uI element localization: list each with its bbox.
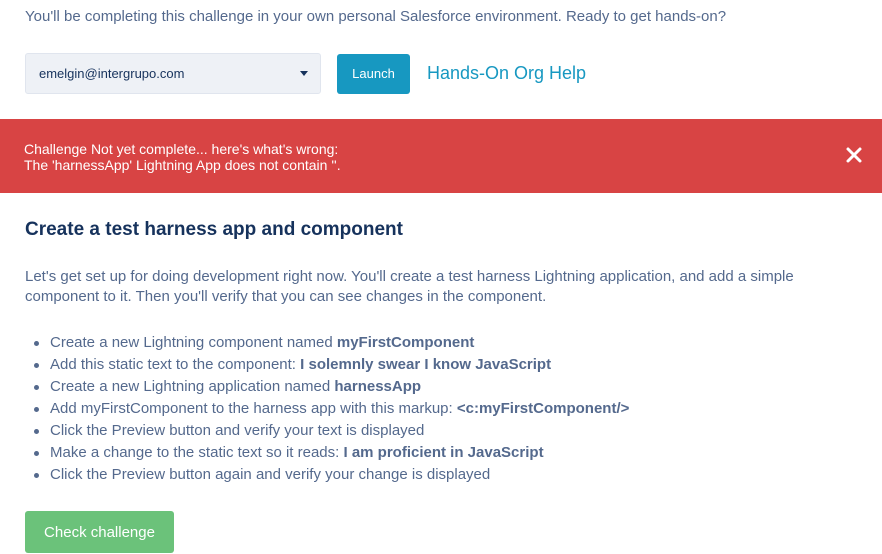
challenge-description: Let's get set up for doing development r… [25,268,794,305]
step-item: Click the Preview button again and verif… [25,465,865,487]
challenge-page: You'll be completing this challenge in y… [0,0,882,554]
challenge-title: Create a test harness app and component [25,219,403,240]
org-select[interactable]: emelgin@intergrupo.com [25,53,321,94]
close-icon[interactable] [845,146,863,164]
org-selector-row: emelgin@intergrupo.com Launch Hands-On O… [25,53,586,94]
check-challenge-button[interactable]: Check challenge [25,511,174,553]
error-line-2: The 'harnessApp' Lightning App does not … [24,157,341,173]
error-line-1: Challenge Not yet complete... here's wha… [24,141,339,157]
step-item: Create a new Lightning application named… [25,377,865,399]
chevron-down-icon [300,71,308,76]
intro-text: You'll be completing this challenge in y… [25,8,727,25]
step-item: Click the Preview button and verify your… [25,421,865,443]
step-item: Make a change to the static text so it r… [25,443,865,465]
step-item: Add this static text to the component: I… [25,355,865,377]
challenge-steps: Create a new Lightning component named m… [25,333,865,487]
error-banner: Challenge Not yet complete... here's wha… [0,119,882,193]
hands-on-org-help-link[interactable]: Hands-On Org Help [427,63,586,84]
launch-button[interactable]: Launch [337,53,410,94]
step-item: Create a new Lightning component named m… [25,333,865,355]
org-select-value: emelgin@intergrupo.com [39,66,185,81]
step-item: Add myFirstComponent to the harness app … [25,399,865,421]
